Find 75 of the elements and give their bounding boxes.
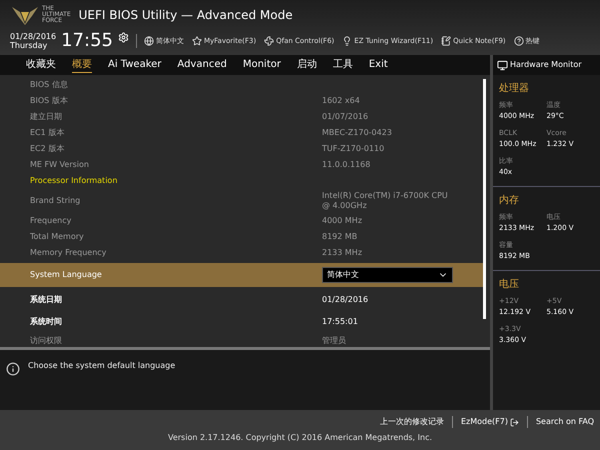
setting-row[interactable]: ME FW Version 11.0.0.1168 — [0, 157, 483, 173]
setting-value: 2133 MHz — [322, 248, 364, 258]
setting-row[interactable]: Memory Frequency 2133 MHz — [0, 245, 483, 261]
tab[interactable]: 启动 — [296, 58, 317, 72]
section-title: 处理器 — [499, 82, 530, 96]
setting-value: 17:55:01 — [322, 317, 359, 327]
setting-row[interactable]: BIOS 版本 1602 x64 — [0, 93, 483, 109]
setting-value: 01/28/2016 — [322, 295, 370, 305]
setting-value: 01/07/2016 — [322, 112, 370, 122]
setting-label: Frequency — [30, 215, 72, 227]
tab[interactable]: 工具 — [332, 58, 353, 72]
setting-label: Brand String — [30, 195, 82, 207]
settings-icon[interactable] — [118, 32, 129, 42]
clock-text: 17:55 — [61, 31, 113, 51]
setting-value: 4000 MHz — [322, 216, 364, 226]
setting-row[interactable]: System Language 简体中文 — [0, 263, 483, 287]
setting-label: 系统时间 — [30, 316, 63, 328]
setting-row[interactable]: 访问权限 管理员 — [0, 333, 483, 347]
setting-row[interactable]: Brand String Intel(R) Core(TM) i7-6700K CPU @ 4.00GHz — [0, 189, 483, 213]
setting-value: Intel(R) Core(TM) i7-6700K CPU @ 4.00GHz — [322, 191, 449, 211]
section-title: 内存 — [499, 194, 520, 208]
tab[interactable]: Monitor — [242, 58, 281, 72]
setting-row[interactable]: Total Memory 8192 MB — [0, 229, 483, 245]
setting-value: MBEC-Z170-0423 — [322, 128, 393, 138]
window-title: UEFI BIOS Utility — Advanced Mode — [78, 7, 293, 24]
setting-label: Total Memory — [30, 231, 85, 243]
setting-row[interactable]: 系统时间 17:55:01 — [0, 311, 483, 333]
setting-label: ME FW Version — [30, 159, 90, 171]
globe-icon — [144, 36, 154, 46]
setting-label: 系统日期 — [30, 294, 63, 306]
fan-icon — [264, 36, 274, 46]
footer-link[interactable]: EzMode(F7) — [460, 416, 519, 428]
help-icon — [514, 36, 524, 46]
setting-row[interactable]: BIOS 信息 — [0, 77, 483, 93]
setting-label: 建立日期 — [30, 111, 63, 123]
exit-icon — [510, 418, 519, 426]
setting-label: 访问权限 — [30, 335, 63, 347]
setting-label: EC1 版本 — [30, 127, 66, 139]
setting-value: TUF-Z170-0110 — [322, 144, 386, 154]
footer-link[interactable]: 上一次的修改记录 — [380, 416, 444, 428]
panel-title: Hardware Monitor — [510, 59, 582, 71]
language-dropdown[interactable]: 简体中文 — [322, 267, 453, 283]
setting-row[interactable]: 系统日期 01/28/2016 — [0, 289, 483, 311]
setting-label: BIOS 版本 — [30, 95, 69, 107]
version-text: Version 2.17.1246. Copyright (C) 2016 American Megatrends, Inc. — [168, 432, 432, 444]
section-title: 电压 — [499, 278, 520, 292]
date-text: 01/28/2016 — [10, 32, 56, 41]
tab[interactable]: Exit — [368, 58, 388, 72]
monitor-icon — [497, 60, 508, 70]
setting-label: BIOS 信息 — [30, 79, 69, 91]
footer-link[interactable]: Search on FAQ — [536, 416, 594, 428]
help-text: Choose the system default language — [28, 360, 176, 372]
setting-label: System Language — [30, 269, 103, 281]
setting-row[interactable]: 建立日期 01/07/2016 — [0, 109, 483, 125]
setting-label: Processor Information — [30, 175, 118, 187]
tab[interactable]: Ai Tweaker — [108, 58, 162, 72]
tab[interactable]: 收藏夹 — [26, 58, 56, 72]
scrollbar[interactable] — [483, 79, 486, 319]
setting-value: 8192 MB — [322, 232, 358, 242]
setting-value: 1602 x64 — [322, 96, 361, 106]
star-icon — [192, 36, 202, 46]
tab[interactable]: Advanced — [177, 58, 227, 72]
setting-row[interactable]: EC1 版本 MBEC-Z170-0423 — [0, 125, 483, 141]
day-text: Thursday — [10, 41, 48, 50]
setting-value: 11.0.0.1168 — [322, 160, 372, 170]
setting-row[interactable]: EC2 版本 TUF-Z170-0110 — [0, 141, 483, 157]
setting-value: 管理员 — [322, 336, 347, 346]
info-icon — [6, 362, 20, 376]
lightbulb-icon — [342, 36, 352, 46]
tab[interactable]: 概要 — [72, 58, 92, 72]
note-icon — [441, 36, 452, 46]
setting-label: Memory Frequency — [30, 247, 108, 259]
setting-label: EC2 版本 — [30, 143, 66, 155]
setting-row[interactable]: Frequency 4000 MHz — [0, 213, 483, 229]
setting-row[interactable]: Processor Information — [0, 173, 483, 189]
